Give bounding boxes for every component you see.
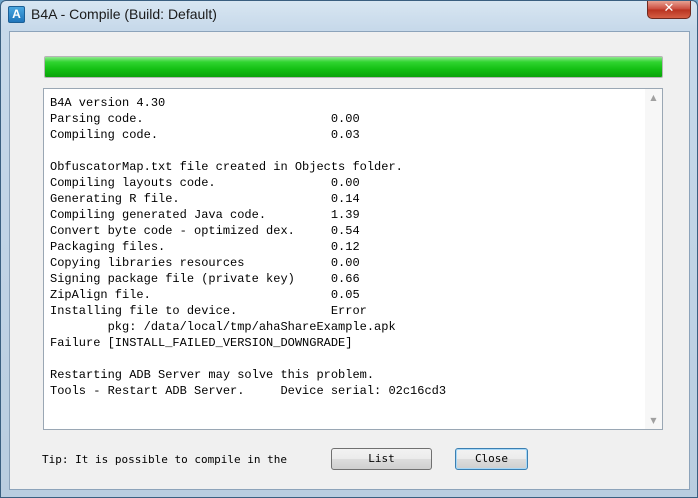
- log-line: Restarting ADB Server may solve this pro…: [50, 368, 375, 382]
- log-line: Signing package file (private key) 0.66: [50, 272, 360, 286]
- progress-fill: [45, 57, 662, 77]
- log-text: B4A version 4.30 Parsing code. 0.00 Compil…: [50, 95, 644, 427]
- log-line: Failure [INSTALL_FAILED_VERSION_DOWNGRAD…: [50, 336, 353, 350]
- log-line: Generating R file. 0.14: [50, 192, 360, 206]
- scroll-up-arrow-icon[interactable]: ▲: [645, 89, 662, 106]
- compile-log[interactable]: B4A version 4.30 Parsing code. 0.00 Compil…: [43, 88, 663, 430]
- log-line: ObfuscatorMap.txt file created in Object…: [50, 160, 403, 174]
- log-line: B4A version 4.30: [50, 96, 166, 110]
- close-button[interactable]: Close: [455, 448, 528, 470]
- log-line: Copying libraries resources 0.00: [50, 256, 360, 270]
- title-bar[interactable]: A B4A - Compile (Build: Default) ✕: [1, 1, 697, 29]
- compile-window: A B4A - Compile (Build: Default) ✕ B4A v…: [0, 0, 698, 498]
- log-line: Compiling layouts code. 0.00: [50, 176, 360, 190]
- b4a-app-icon: A: [8, 6, 25, 23]
- log-line: Installing file to device. Error: [50, 304, 367, 318]
- list-button[interactable]: List: [331, 448, 432, 470]
- window-title: B4A - Compile (Build: Default): [31, 6, 217, 22]
- log-line: pkg: /data/local/tmp/ahaShareExample.apk: [50, 320, 396, 334]
- log-line: Compiling code. 0.03: [50, 128, 360, 142]
- log-line: Compiling generated Java code. 1.39: [50, 208, 360, 222]
- window-close-button[interactable]: ✕: [647, 1, 691, 19]
- log-line: Parsing code. 0.00: [50, 112, 360, 126]
- log-line: Convert byte code - optimized dex. 0.54: [50, 224, 360, 238]
- log-scrollbar[interactable]: ▲ ▼: [645, 89, 662, 429]
- tip-text: Tip: It is possible to compile in the: [42, 453, 288, 466]
- log-line: ZipAlign file. 0.05: [50, 288, 360, 302]
- log-line: Tools - Restart ADB Server. Device seria…: [50, 384, 447, 398]
- log-line: Packaging files. 0.12: [50, 240, 360, 254]
- compile-progress-bar: [44, 56, 663, 78]
- dialog-body: B4A version 4.30 Parsing code. 0.00 Compil…: [9, 31, 690, 490]
- scroll-down-arrow-icon[interactable]: ▼: [645, 412, 662, 429]
